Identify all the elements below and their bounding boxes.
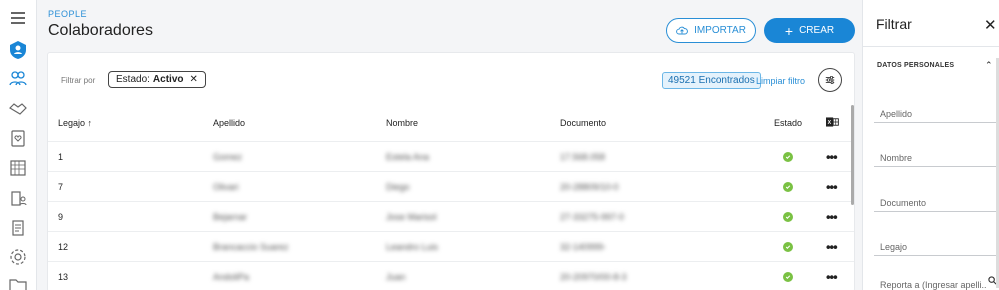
cell-legajo: 9: [58, 211, 64, 222]
cell-documento: 32-140999-: [560, 241, 607, 252]
header-nombre[interactable]: Nombre: [386, 118, 418, 128]
cell-nombre: Estela Ana: [386, 151, 430, 162]
cell-documento: 17.568.058: [560, 151, 606, 162]
cell-nombre: Jose Marisol: [386, 211, 437, 222]
svg-text:X: X: [828, 120, 832, 126]
table-row[interactable]: 13 AndoliPa Juan 20-20970/00-8-3 •••: [48, 262, 854, 290]
sort-ascending-icon[interactable]: ↑: [88, 118, 93, 128]
status-active-icon: [783, 181, 793, 192]
cell-apellido: AndoliPa: [213, 271, 250, 282]
cell-legajo: 13: [58, 271, 69, 282]
document-icon[interactable]: [6, 216, 30, 240]
row-more-options-icon[interactable]: •••: [826, 149, 838, 164]
excel-export-icon[interactable]: X: [826, 116, 839, 130]
cell-documento: 20-20970/00-8-3: [560, 271, 627, 282]
collaborators-card: Filtrar por Estado: Activo ✕ 49521 Encon…: [47, 52, 855, 290]
cloud-upload-icon: [676, 26, 688, 34]
calendar-grid-icon[interactable]: [6, 156, 30, 180]
handshake-icon[interactable]: [6, 96, 30, 120]
import-button-label: IMPORTAR: [694, 25, 746, 36]
header-apellido[interactable]: Apellido: [213, 118, 245, 128]
cell-documento: 27-33275-997-0: [560, 211, 625, 222]
settings-gear-icon[interactable]: [6, 245, 30, 269]
close-icon[interactable]: ✕: [984, 16, 997, 34]
chip-remove-icon[interactable]: ✕: [189, 74, 197, 85]
chevron-up-icon[interactable]: ⌃: [985, 60, 993, 71]
cell-nombre: Diego: [386, 181, 410, 192]
row-more-options-icon[interactable]: •••: [826, 239, 838, 254]
cell-apellido: Olivari: [213, 181, 239, 192]
filter-panel-title: Filtrar: [876, 16, 912, 32]
header-legajo[interactable]: Legajo ↑: [58, 118, 92, 128]
clear-filter-link[interactable]: Limpiar filtro: [756, 76, 805, 86]
status-active-icon: [783, 211, 793, 222]
table-row[interactable]: 9 Bejarnar Jose Marisol 27-33275-997-0 •…: [48, 202, 854, 232]
cell-legajo: 1: [58, 151, 64, 162]
cell-apellido: Bejarnar: [213, 211, 248, 222]
table-scrollbar[interactable]: [851, 105, 854, 205]
hamburger-menu-icon[interactable]: [6, 6, 30, 30]
chip-value: Activo: [152, 74, 184, 85]
table-row[interactable]: 1 Gomez Estela Ana 17.568.058 •••: [48, 142, 854, 172]
row-more-options-icon[interactable]: •••: [826, 209, 838, 224]
cell-legajo: 12: [58, 241, 69, 252]
sliders-icon: [825, 76, 835, 84]
cell-nombre: Juan: [386, 271, 406, 282]
panel-divider: [863, 46, 999, 47]
cell-apellido: Gomez: [213, 151, 243, 162]
reporta-field[interactable]: [874, 266, 986, 290]
status-active-icon: [783, 151, 793, 162]
apellido-field[interactable]: [874, 95, 996, 123]
profile-shield-icon[interactable]: [6, 38, 30, 62]
results-count-badge: 49521 Encontrados: [662, 72, 761, 89]
chip-key: Estado:: [116, 74, 150, 85]
cell-legajo: 7: [58, 181, 64, 192]
cell-apellido: Brancaccio Suarez: [213, 241, 289, 252]
page-title: Colaboradores: [48, 22, 153, 39]
breadcrumb[interactable]: PEOPLE: [48, 9, 87, 19]
clipboard-heart-icon[interactable]: [6, 126, 30, 150]
table-header-row: Legajo ↑ Apellido Nombre Documento Estad…: [48, 105, 854, 142]
cell-documento: 20-28809/10-0: [560, 181, 619, 192]
header-documento[interactable]: Documento: [560, 118, 606, 128]
import-button[interactable]: IMPORTAR: [666, 18, 756, 43]
documento-field[interactable]: [874, 184, 996, 212]
filter-settings-button[interactable]: [818, 68, 842, 92]
create-button-label: CREAR: [799, 25, 835, 36]
status-active-icon: [783, 271, 793, 282]
left-nav-rail: [0, 0, 37, 290]
filter-by-label: Filtrar por: [61, 76, 96, 85]
filter-panel: Filtrar ✕ DATOS PERSONALES ⌃: [862, 0, 999, 290]
nombre-field[interactable]: [874, 139, 996, 167]
status-active-icon: [783, 241, 793, 252]
legajo-field[interactable]: [874, 228, 996, 256]
table-row[interactable]: 7 Olivari Diego 20-28809/10-0 •••: [48, 172, 854, 202]
status-filter-chip[interactable]: Estado: Activo ✕: [108, 71, 206, 88]
cell-nombre: Leandro Luis: [386, 241, 439, 252]
personal-data-section-title[interactable]: DATOS PERSONALES: [877, 62, 954, 69]
header-estado[interactable]: Estado: [774, 118, 802, 128]
collaborators-table: Legajo ↑ Apellido Nombre Documento Estad…: [48, 105, 854, 290]
create-button[interactable]: + CREAR: [764, 18, 855, 43]
building-person-icon[interactable]: [6, 186, 30, 210]
row-more-options-icon[interactable]: •••: [826, 179, 838, 194]
row-more-options-icon[interactable]: •••: [826, 269, 838, 284]
plus-icon: +: [784, 22, 794, 39]
table-row[interactable]: 12 Brancaccio Suarez Leandro Luis 32-140…: [48, 232, 854, 262]
folder-icon[interactable]: [6, 272, 30, 290]
people-icon[interactable]: [6, 66, 30, 90]
